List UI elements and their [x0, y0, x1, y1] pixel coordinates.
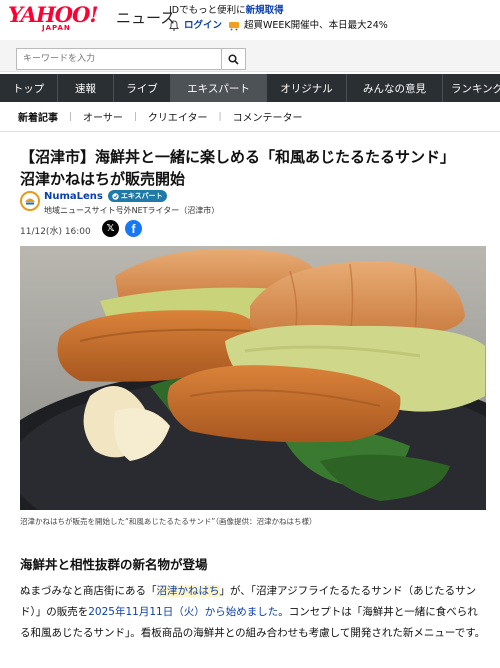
- service-name: ニュース: [116, 9, 176, 27]
- author-avatar[interactable]: [20, 191, 40, 211]
- publish-date: 11/12(水) 16:00: [20, 227, 91, 237]
- nav-expert[interactable]: エキスパート: [171, 74, 267, 102]
- para-text-1: ぬまづみなと商店街にある「: [20, 585, 157, 597]
- nav-live[interactable]: ライブ: [114, 74, 171, 102]
- subnav-authors[interactable]: オーサー: [83, 109, 123, 124]
- nav-original[interactable]: オリジナル: [267, 74, 347, 102]
- cart-icon[interactable]: [228, 20, 240, 31]
- sandwich-photo: [20, 246, 486, 510]
- launch-date: 2025年11月11日（火）から始めました: [88, 606, 279, 618]
- nav-ranking[interactable]: ランキング: [443, 74, 500, 102]
- bell-icon[interactable]: [169, 20, 179, 31]
- photo-caption: 沼津かねはちが販売を開始した“和風あじたるたるサンド”（画像提供：沼津かねはち様…: [20, 517, 317, 526]
- header-promo: IDでもっと便利に 新規取得 ログイン 超買WEEK開催中、本日最大24%: [169, 3, 388, 33]
- badge-label: エキスパート: [120, 192, 163, 200]
- sub-nav: 新着記事 | オーサー | クリエイター | コメンテーター: [0, 102, 500, 132]
- expert-badge: エキスパート: [107, 190, 167, 202]
- facebook-share-icon[interactable]: f: [125, 220, 142, 237]
- subnav-creators[interactable]: クリエイター: [148, 109, 208, 124]
- author-name[interactable]: NumaLens: [44, 191, 103, 202]
- subnav-divider: |: [69, 111, 73, 122]
- article-title: 【沼津市】海鮮丼と一緒に楽しめる「和風あじたるたるサンド」 沼津かねはちが販売開…: [20, 146, 490, 190]
- search-bar: [0, 40, 500, 72]
- avatar-logo-icon: [23, 194, 37, 208]
- author-info: NumaLens エキスパート: [44, 190, 167, 202]
- section-heading: 海鮮丼と相性抜群の新名物が登場: [20, 557, 208, 572]
- subnav-new-articles[interactable]: 新着記事: [18, 109, 58, 124]
- x-share-icon[interactable]: 𝕏: [102, 220, 119, 237]
- nav-top[interactable]: トップ: [0, 74, 58, 102]
- nav-breaking[interactable]: 速報: [58, 74, 114, 102]
- subnav-divider: |: [218, 111, 222, 122]
- shop-link[interactable]: 沼津かねはち: [156, 585, 220, 597]
- register-link[interactable]: 新規取得: [246, 3, 284, 18]
- promo-text: IDでもっと便利に: [169, 5, 246, 16]
- main-nav: トップ 速報 ライブ エキスパート オリジナル みんなの意見 ランキング: [0, 74, 500, 102]
- author-description: 地域ニュースサイト号外NETライター（沼津市）: [44, 206, 220, 215]
- login-link[interactable]: ログイン: [184, 18, 222, 33]
- check-icon: [112, 192, 119, 200]
- search-input[interactable]: [17, 49, 221, 69]
- site-header: YAHOO! JAPAN ニュース IDでもっと便利に 新規取得 ログイン 超買W…: [0, 0, 500, 40]
- search-button[interactable]: [221, 49, 245, 69]
- title-line-1: 【沼津市】海鮮丼と一緒に楽しめる「和風あじたるたるサンド」: [20, 148, 456, 166]
- promo-sale-text[interactable]: 超買WEEK開催中、本日最大24%: [244, 18, 388, 33]
- article-paragraph: ぬまづみなと商店街にある「沼津かねはち」が、「沼津アジフライたるたるサンド（あじ…: [20, 581, 488, 644]
- subnav-commentators[interactable]: コメンテーター: [233, 109, 303, 124]
- search-icon: [228, 53, 239, 65]
- article-photo: [20, 246, 486, 510]
- title-line-2: 沼津かねはちが販売開始: [20, 170, 186, 188]
- nav-opinions[interactable]: みんなの意見: [347, 74, 443, 102]
- subnav-divider: |: [133, 111, 137, 122]
- logo-sub: JAPAN: [42, 24, 71, 32]
- search-box: [16, 48, 246, 70]
